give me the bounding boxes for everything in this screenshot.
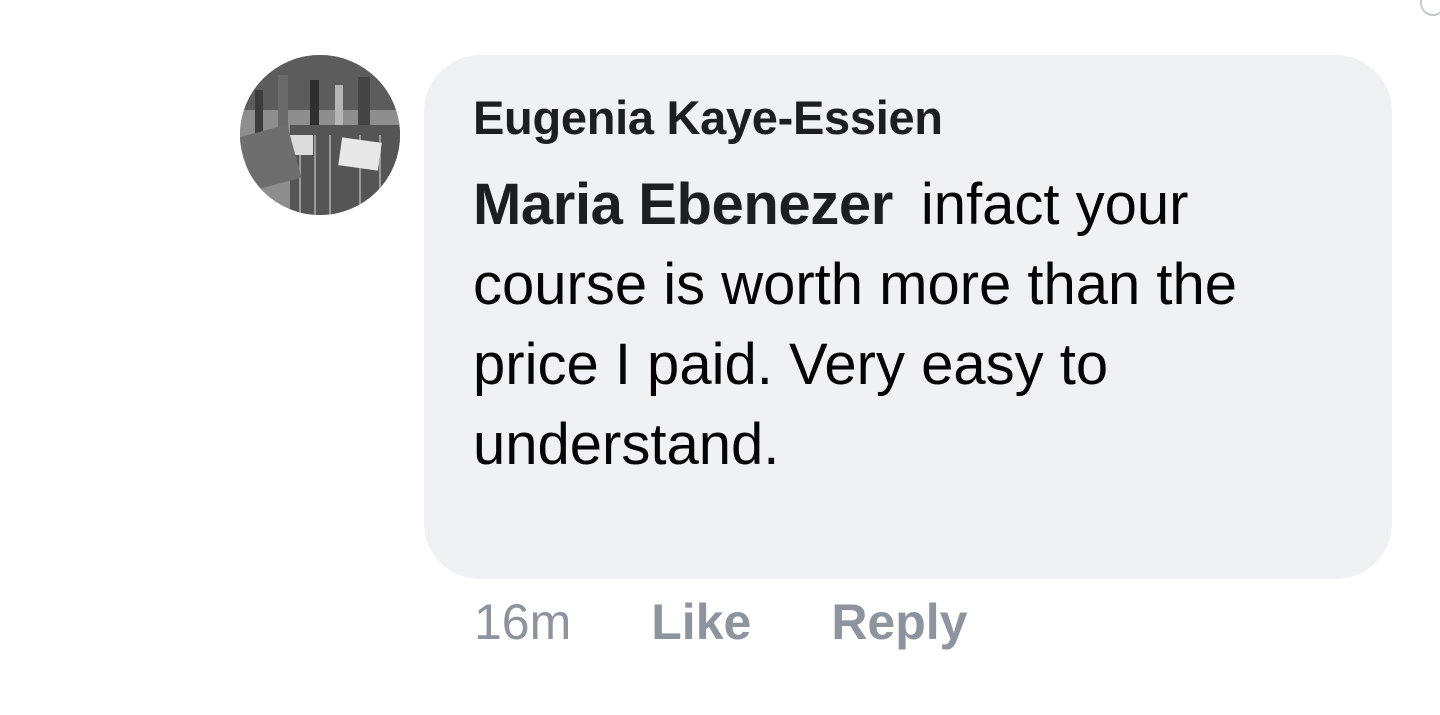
avatar[interactable] <box>240 55 400 215</box>
comment-text: Maria Ebenezer infact your course is wort… <box>473 165 1353 485</box>
author-name[interactable]: Eugenia Kaye-Essien <box>473 89 1352 147</box>
timestamp[interactable]: 16m <box>474 593 571 651</box>
edge-marker-icon <box>1420 0 1440 16</box>
comment-actions: 16m Like Reply <box>474 590 968 654</box>
mention-link[interactable]: Maria Ebenezer <box>473 172 893 237</box>
comment-bubble: Eugenia Kaye-Essien Maria Ebenezer infact… <box>424 55 1392 579</box>
like-button[interactable]: Like <box>651 593 751 651</box>
avatar-image-icon <box>240 55 400 215</box>
comment: Eugenia Kaye-Essien Maria Ebenezer infact… <box>0 0 1440 715</box>
reply-button[interactable]: Reply <box>831 593 967 651</box>
